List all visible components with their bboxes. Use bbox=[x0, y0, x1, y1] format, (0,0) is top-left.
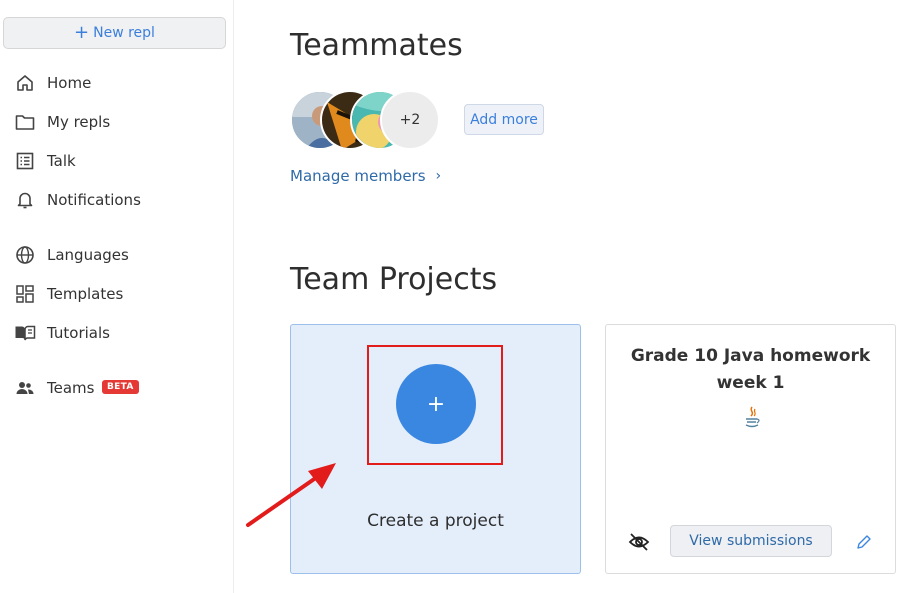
sidebar-item-label: Tutorials bbox=[47, 324, 110, 342]
sidebar-item-label: Languages bbox=[47, 246, 129, 264]
create-project-card[interactable]: + Create a project bbox=[290, 324, 581, 574]
plus-icon: + bbox=[74, 21, 90, 43]
project-card[interactable]: Grade 10 Java homework week 1 View submi… bbox=[605, 324, 896, 574]
new-repl-label: New repl bbox=[93, 25, 155, 41]
sidebar-item-notifications[interactable]: Notifications bbox=[0, 184, 232, 216]
home-icon bbox=[14, 72, 36, 94]
sidebar-item-label: Notifications bbox=[47, 191, 141, 209]
pencil-icon[interactable] bbox=[856, 534, 872, 550]
sidebar-item-label: Home bbox=[47, 74, 92, 92]
sidebar-item-tutorials[interactable]: Tutorials bbox=[0, 317, 232, 349]
sidebar-item-talk[interactable]: Talk bbox=[0, 145, 232, 177]
sidebar-item-label: Teams bbox=[47, 379, 95, 397]
beta-badge: BETA bbox=[102, 380, 139, 394]
project-title: Grade 10 Java homework week 1 bbox=[630, 346, 871, 393]
new-repl-button[interactable]: + New repl bbox=[3, 17, 226, 49]
sidebar-item-my-repls[interactable]: My repls bbox=[0, 106, 232, 138]
highlight-box bbox=[367, 345, 503, 465]
book-icon bbox=[14, 322, 36, 344]
sidebar-item-label: Talk bbox=[47, 152, 76, 170]
globe-icon bbox=[14, 244, 36, 266]
sidebar-item-languages[interactable]: Languages bbox=[0, 239, 232, 271]
teammate-avatars[interactable]: +2 bbox=[290, 90, 450, 150]
java-icon bbox=[745, 406, 760, 428]
eye-off-icon[interactable] bbox=[628, 531, 650, 553]
team-icon bbox=[14, 377, 36, 399]
templates-icon bbox=[14, 283, 36, 305]
more-members-count[interactable]: +2 bbox=[380, 90, 440, 150]
folder-icon bbox=[14, 111, 36, 133]
add-more-button[interactable]: Add more bbox=[464, 104, 544, 135]
sidebar-item-label: Templates bbox=[47, 285, 124, 303]
list-icon bbox=[14, 150, 36, 172]
red-arrow-annotation bbox=[246, 463, 336, 527]
chevron-right-icon: › bbox=[435, 168, 442, 184]
team-projects-title: Team Projects bbox=[290, 262, 498, 297]
view-submissions-button[interactable]: View submissions bbox=[670, 525, 832, 557]
sidebar-item-label: My repls bbox=[47, 113, 111, 131]
manage-members-label: Manage members bbox=[290, 167, 426, 185]
manage-members-link[interactable]: Manage members › bbox=[290, 167, 441, 185]
sidebar-item-home[interactable]: Home bbox=[0, 67, 232, 99]
bell-icon bbox=[14, 189, 36, 211]
teammates-title: Teammates bbox=[290, 28, 463, 63]
sidebar-item-teams[interactable]: Teams BETA bbox=[0, 372, 232, 404]
sidebar-item-templates[interactable]: Templates bbox=[0, 278, 232, 310]
sidebar: + New repl Home My repls Talk Notificati… bbox=[0, 0, 234, 593]
